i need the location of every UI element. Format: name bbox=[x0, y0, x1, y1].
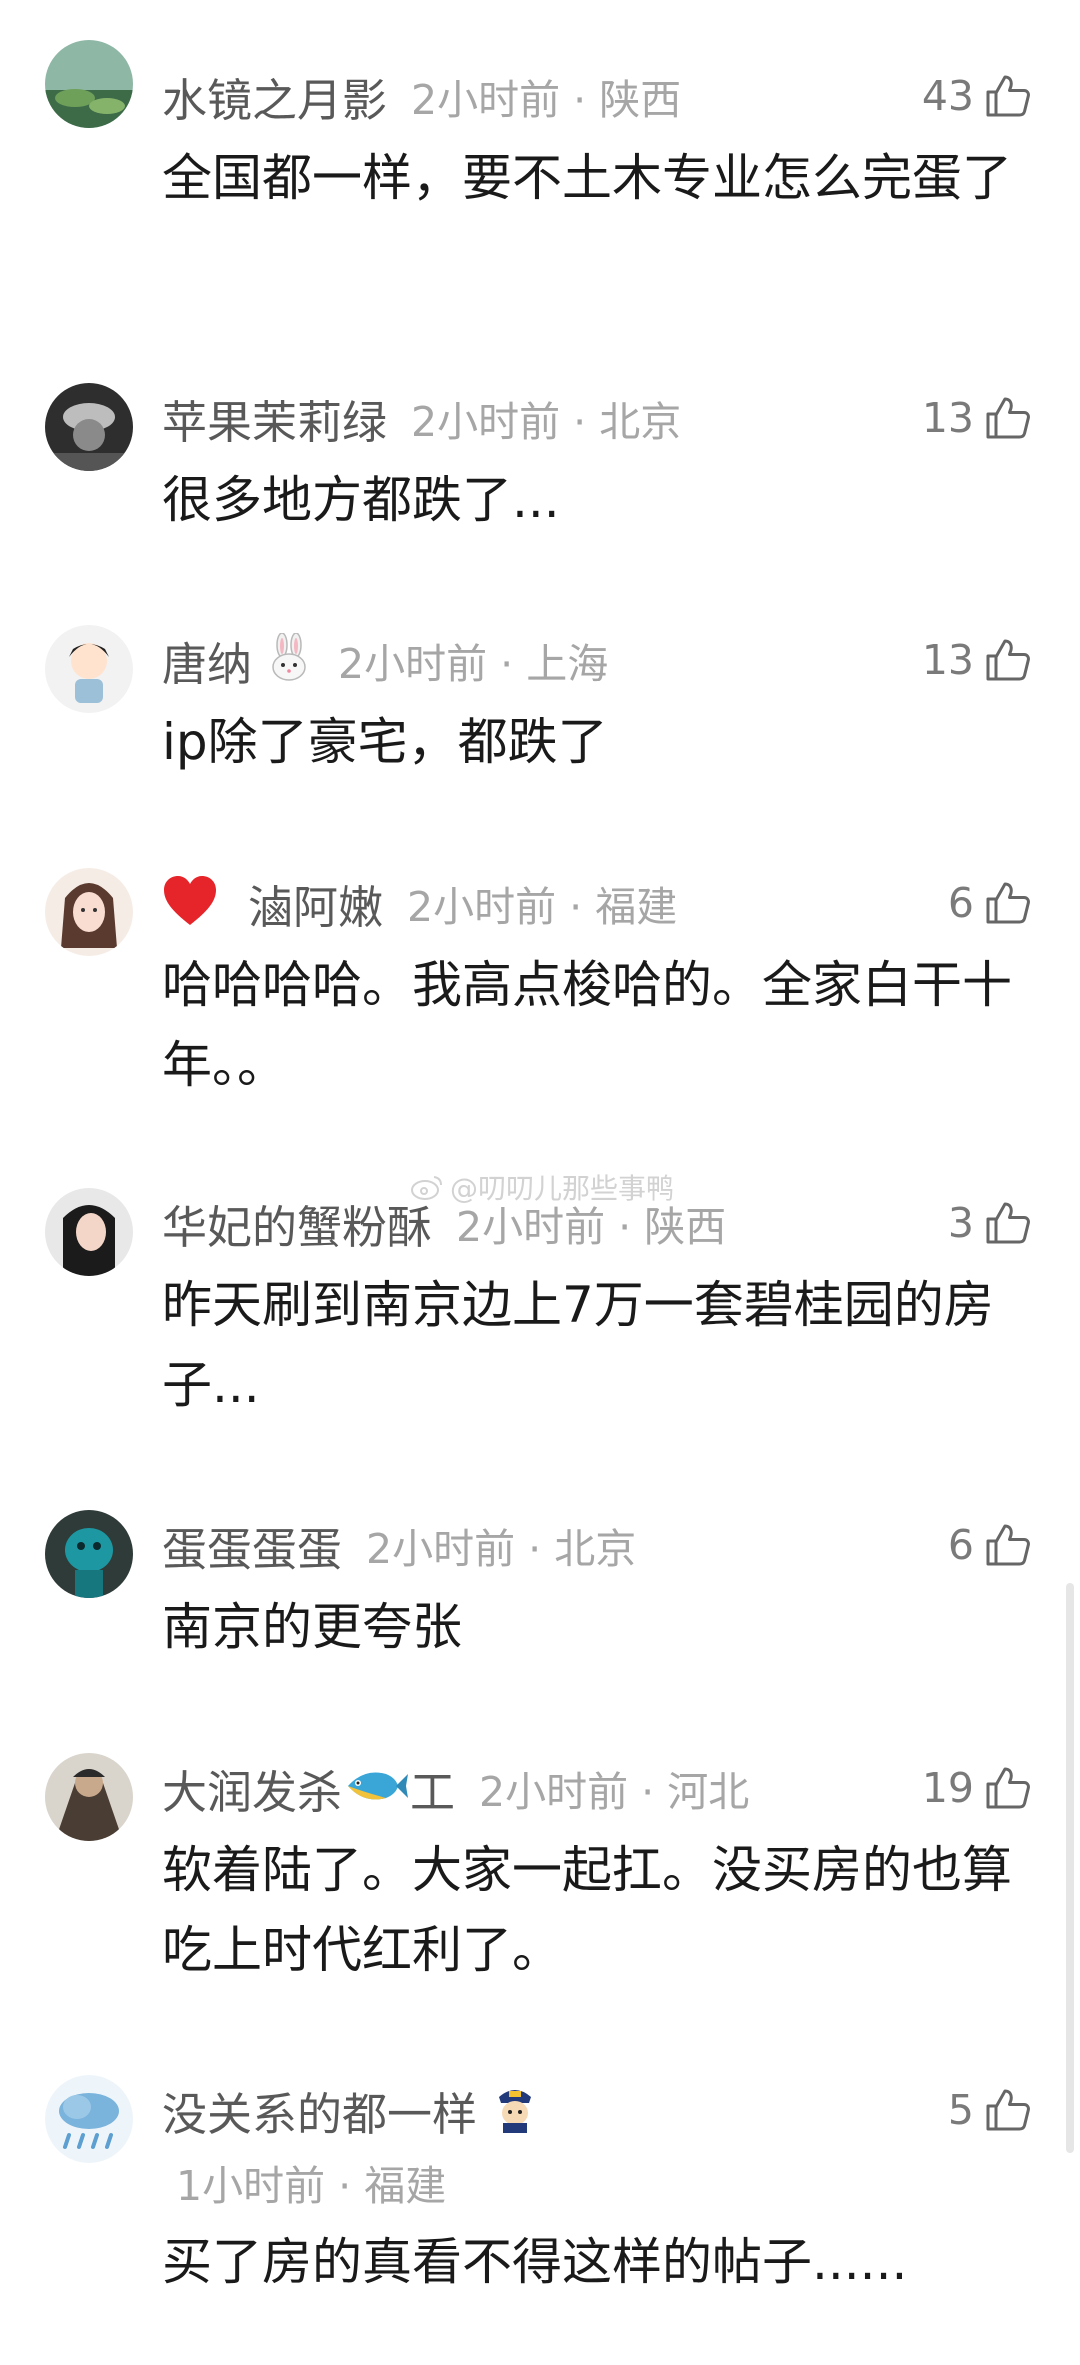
comment-text: 南京的更夸张 bbox=[162, 1598, 462, 1656]
like-count: 19 bbox=[921, 1764, 974, 1812]
like-button[interactable]: 5 bbox=[948, 2080, 1032, 2140]
heart-emoji-icon bbox=[162, 875, 218, 931]
avatar[interactable] bbox=[45, 868, 133, 956]
like-count: 43 bbox=[921, 72, 974, 120]
comment-meta: 蛋蛋蛋蛋 2小时前 · 北京 bbox=[162, 1513, 637, 1578]
thumbs-up-icon bbox=[984, 1199, 1032, 1247]
comment-meta: 水镜之月影 2小时前 · 陕西 bbox=[162, 64, 682, 129]
thumbs-up-icon bbox=[984, 1521, 1032, 1569]
like-button[interactable]: 13 bbox=[922, 388, 1032, 448]
comment-text: 买了房的真看不得这样的帖子...... bbox=[162, 2233, 908, 2291]
thumbs-up-icon bbox=[984, 394, 1032, 442]
thumbs-up-icon bbox=[984, 1764, 1032, 1812]
comment-text: 很多地方都跌了... bbox=[162, 471, 560, 529]
watermark-text: @叨叨儿那些事鸭 bbox=[450, 1172, 675, 1205]
timestamp-location: 2小时前 · 陕西 bbox=[411, 76, 682, 124]
like-button[interactable]: 3 bbox=[948, 1193, 1032, 1253]
thumbs-up-icon bbox=[984, 2086, 1032, 2134]
comment-text: ip除了豪宅，都跌了 bbox=[162, 713, 608, 771]
avatar[interactable] bbox=[45, 1753, 133, 1841]
comment-text: 软着陆了。大家一起扛。没买房的也算吃上时代红利了。 bbox=[162, 1841, 1012, 1979]
comment-text: 哈哈哈哈。我高点梭哈的。全家白干十年。。 bbox=[162, 956, 1012, 1094]
watermark: @叨叨儿那些事鸭 bbox=[410, 1167, 674, 1207]
comment-meta: 大润发杀 工 2小时前 · 河北 bbox=[162, 1756, 750, 1821]
username[interactable]: 没关系的都一样 bbox=[162, 2078, 477, 2143]
thumbs-up-icon bbox=[984, 72, 1032, 120]
username[interactable]: 苹果茉莉绿 bbox=[162, 386, 387, 451]
timestamp-location: 1小时前 · 福建 bbox=[176, 2162, 447, 2210]
like-count: 5 bbox=[947, 2086, 974, 2134]
username[interactable]: 蛋蛋蛋蛋 bbox=[162, 1513, 342, 1578]
timestamp-location: 2小时前 · 福建 bbox=[407, 883, 678, 931]
rabbit-emoji-icon bbox=[264, 632, 314, 687]
comment-text: 全国都一样，要不土木专业怎么完蛋了 bbox=[162, 149, 1012, 207]
like-button[interactable]: 13 bbox=[922, 630, 1032, 690]
username[interactable]: 唐纳 bbox=[162, 628, 252, 693]
like-count: 13 bbox=[921, 394, 974, 442]
like-button[interactable]: 43 bbox=[922, 66, 1032, 126]
comment-meta: 唐纳 2小时前 · 上海 bbox=[162, 628, 609, 693]
like-count: 6 bbox=[947, 879, 974, 927]
avatar[interactable] bbox=[45, 1188, 133, 1276]
username-suffix[interactable]: 工 bbox=[410, 1756, 455, 1821]
timestamp-location: 2小时前 · 上海 bbox=[338, 640, 609, 688]
police-emoji-icon bbox=[491, 2083, 539, 2137]
thumbs-up-icon bbox=[984, 636, 1032, 684]
avatar[interactable] bbox=[45, 2075, 133, 2163]
timestamp-location: 2小时前 · 北京 bbox=[366, 1525, 637, 1573]
timestamp-location: 2小时前 · 河北 bbox=[479, 1768, 750, 1816]
like-count: 6 bbox=[947, 1521, 974, 1569]
comment-meta: 苹果茉莉绿 2小时前 · 北京 bbox=[162, 386, 682, 451]
fish-emoji-icon bbox=[344, 1766, 409, 1810]
comment-meta: 没关系的都一样 bbox=[162, 2078, 539, 2143]
avatar[interactable] bbox=[45, 1510, 133, 1598]
avatar[interactable] bbox=[45, 40, 133, 128]
like-count: 13 bbox=[921, 636, 974, 684]
username[interactable]: 大润发杀 bbox=[162, 1756, 342, 1821]
avatar[interactable] bbox=[45, 383, 133, 471]
comment-text: 昨天刷到南京边上7万一套碧桂园的房子... bbox=[162, 1276, 994, 1414]
username[interactable]: 华妃的蟹粉酥 bbox=[162, 1191, 432, 1256]
thumbs-up-icon bbox=[984, 879, 1032, 927]
comment-meta: 滷阿嫩 2小时前 · 福建 bbox=[162, 871, 678, 936]
weibo-icon bbox=[411, 1176, 442, 1200]
avatar[interactable] bbox=[45, 625, 133, 713]
scrollbar[interactable] bbox=[1066, 1583, 1074, 2153]
like-button[interactable]: 6 bbox=[948, 1515, 1032, 1575]
timestamp-location: 2小时前 · 北京 bbox=[411, 398, 682, 446]
comment-meta-secondary: 1小时前 · 福建 bbox=[176, 2152, 446, 2212]
username[interactable]: 水镜之月影 bbox=[162, 64, 387, 129]
like-count: 3 bbox=[947, 1199, 974, 1247]
like-button[interactable]: 19 bbox=[922, 1758, 1032, 1818]
like-button[interactable]: 6 bbox=[948, 873, 1032, 933]
username[interactable]: 滷阿嫩 bbox=[248, 871, 383, 936]
